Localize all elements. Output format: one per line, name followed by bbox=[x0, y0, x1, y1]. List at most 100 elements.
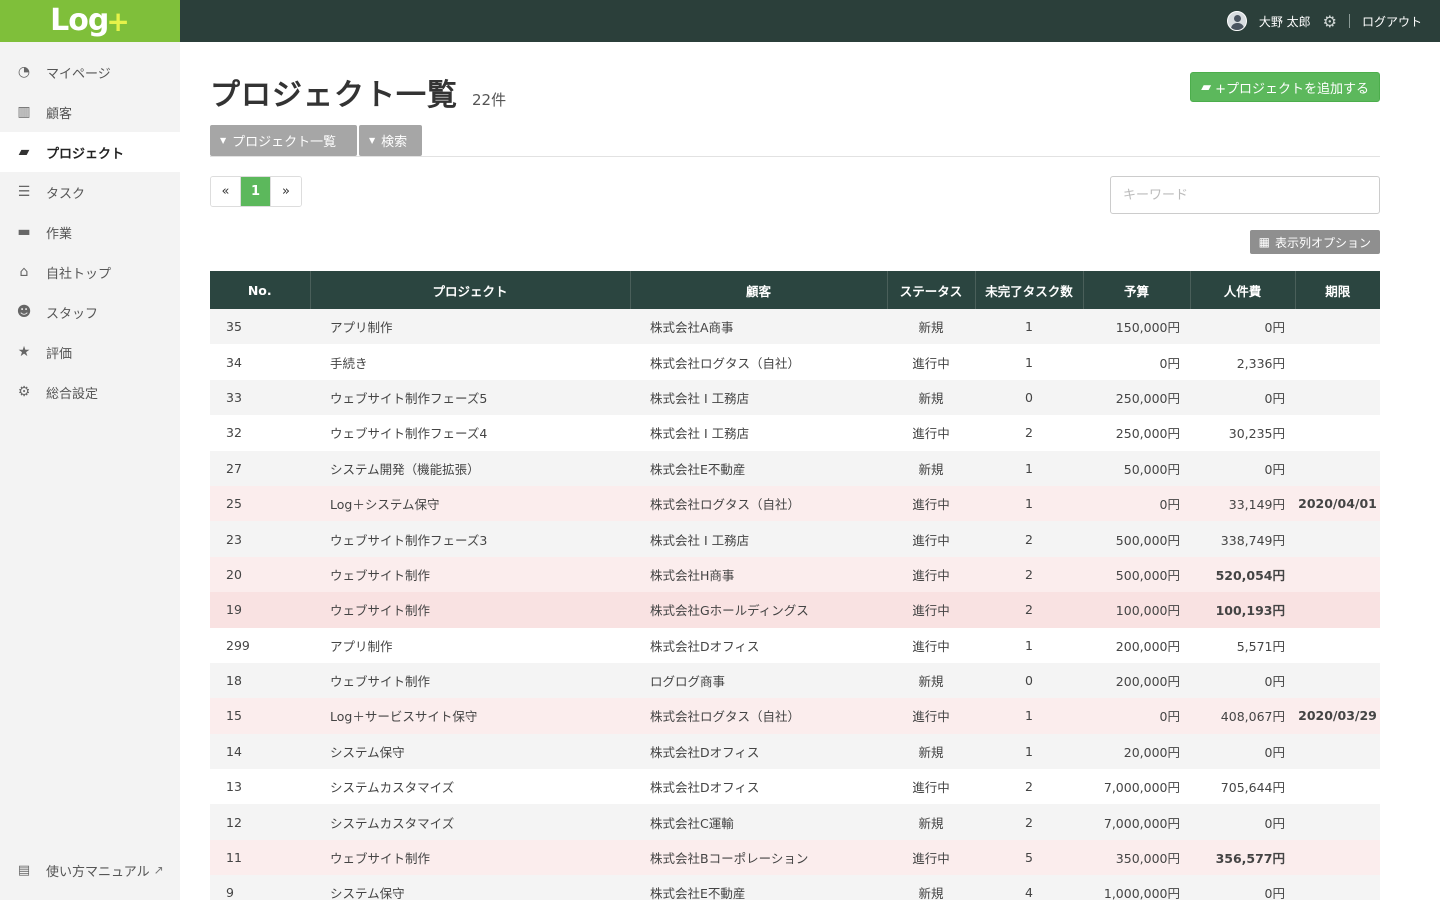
app-logo[interactable]: Log + bbox=[0, 0, 180, 42]
add-project-button[interactable]: ▰ +プロジェクトを追加する bbox=[1190, 72, 1380, 102]
table-row[interactable]: 9 システム保守 株式会社E不動産 新規 4 1,000,000円 0円 bbox=[210, 875, 1380, 900]
tab-search[interactable]: ▼ 検索 bbox=[359, 125, 422, 156]
cell-budget: 1,000,000円 bbox=[1083, 875, 1190, 900]
sidebar-item[interactable]: ☻ スタッフ bbox=[0, 292, 180, 332]
cell-project[interactable]: システムカスタマイズ bbox=[310, 804, 630, 840]
caret-down-icon: ▼ bbox=[369, 136, 376, 145]
cell-customer[interactable]: ログログ商事 bbox=[630, 662, 887, 699]
table-row[interactable]: 27 システム開発（機能拡張） 株式会社E不動産 新規 1 50,000円 0円 bbox=[210, 450, 1380, 486]
table-row[interactable]: 18 ウェブサイト制作 ログログ商事 新規 0 200,000円 0円 bbox=[210, 662, 1380, 699]
table-row[interactable]: 35 アプリ制作 株式会社A商事 新規 1 150,000円 0円 bbox=[210, 309, 1380, 345]
cell-project[interactable]: Log＋システム保守 bbox=[310, 485, 630, 522]
cell-customer[interactable]: 株式会社Bコーポレーション bbox=[630, 839, 887, 876]
table-row[interactable]: 13 システムカスタマイズ 株式会社Dオフィス 進行中 2 7,000,000円 705,6… bbox=[210, 769, 1380, 805]
cell-customer[interactable]: 株式会社ログタス（自社） bbox=[630, 344, 887, 380]
table-row[interactable]: 14 システム保守 株式会社Dオフィス 新規 1 20,000円 0円 bbox=[210, 733, 1380, 770]
cell-budget: 20,000円 bbox=[1083, 733, 1190, 770]
pager-prev[interactable]: « bbox=[211, 177, 241, 206]
cell-customer[interactable]: 株式会社Dオフィス bbox=[630, 769, 887, 805]
sidebar-item[interactable]: ▰ プロジェクト bbox=[0, 132, 180, 172]
table-row[interactable]: 11 ウェブサイト制作 株式会社Bコーポレーション 進行中 5 350,000円 356,5… bbox=[210, 839, 1380, 876]
col-header-labor-cost[interactable]: 人件費 bbox=[1190, 271, 1296, 309]
tab-bar: ▼ プロジェクト一覧 ▼ 検索 bbox=[210, 125, 1380, 157]
pager-next[interactable]: » bbox=[271, 177, 301, 206]
cell-customer[interactable]: 株式会社ログタス（自社） bbox=[630, 698, 887, 734]
cell-project[interactable]: ウェブサイト制作 bbox=[310, 592, 630, 628]
user-name[interactable]: 大野 太郎 bbox=[1259, 13, 1311, 30]
sidebar-item[interactable]: ★ 評価 bbox=[0, 332, 180, 372]
cell-budget: 200,000円 bbox=[1083, 627, 1190, 663]
cell-customer[interactable]: 株式会社C運輸 bbox=[630, 804, 887, 840]
cell-customer[interactable]: 株式会社E不動産 bbox=[630, 875, 887, 900]
sidebar-item[interactable]: ◔ マイページ bbox=[0, 52, 180, 92]
cell-project[interactable]: ウェブサイト制作 bbox=[310, 662, 630, 699]
sidebar-item-label: 作業 bbox=[46, 226, 73, 242]
tab-project-list[interactable]: ▼ プロジェクト一覧 bbox=[210, 125, 357, 156]
table-row[interactable]: 299 アプリ制作 株式会社Dオフィス 進行中 1 200,000円 5,571円 bbox=[210, 627, 1380, 663]
cell-status: 進行中 bbox=[887, 769, 975, 805]
cell-project[interactable]: システム保守 bbox=[310, 733, 630, 770]
cell-project[interactable]: システムカスタマイズ bbox=[310, 769, 630, 805]
cell-status: 新規 bbox=[887, 875, 975, 900]
cell-budget: 0円 bbox=[1083, 485, 1190, 522]
cell-customer[interactable]: 株式会社Dオフィス bbox=[630, 733, 887, 770]
logout-link[interactable]: ログアウト bbox=[1362, 13, 1422, 30]
cell-open-tasks: 1 bbox=[975, 344, 1083, 380]
table-row[interactable]: 12 システムカスタマイズ 株式会社C運輸 新規 2 7,000,000円 0円 bbox=[210, 804, 1380, 840]
cell-project[interactable]: ウェブサイト制作 bbox=[310, 556, 630, 593]
cell-project[interactable]: アプリ制作 bbox=[310, 309, 630, 345]
column-options-button[interactable]: ▦ 表示列オプション bbox=[1249, 230, 1380, 254]
table-row[interactable]: 32 ウェブサイト制作フェーズ4 株式会社 I 工務店 進行中 2 250,000円 30,… bbox=[210, 415, 1380, 451]
cell-customer[interactable]: 株式会社Gホールディングス bbox=[630, 592, 887, 628]
col-header-due[interactable]: 期限 bbox=[1295, 271, 1380, 309]
table-row[interactable]: 25 Log＋システム保守 株式会社ログタス（自社） 進行中 1 0円 33,149円 202… bbox=[210, 485, 1380, 522]
pager-current[interactable]: 1 bbox=[241, 177, 271, 206]
avatar[interactable] bbox=[1226, 11, 1247, 31]
sidebar-item[interactable]: ▥ 顧客 bbox=[0, 92, 180, 132]
col-header-open-tasks[interactable]: 未完了タスク数 bbox=[975, 271, 1084, 309]
cell-open-tasks: 1 bbox=[975, 485, 1083, 522]
cell-project[interactable]: システム保守 bbox=[310, 875, 630, 900]
cell-customer[interactable]: 株式会社Dオフィス bbox=[630, 627, 887, 663]
cell-customer[interactable]: 株式会社H商事 bbox=[630, 556, 887, 593]
col-header-no[interactable]: No. bbox=[210, 271, 311, 309]
cell-budget: 500,000円 bbox=[1083, 556, 1190, 593]
keyword-search-input[interactable] bbox=[1110, 176, 1380, 214]
sidebar-item[interactable]: ▬ 作業 bbox=[0, 212, 180, 252]
cell-project[interactable]: システム開発（機能拡張） bbox=[310, 450, 630, 486]
sidebar-item-label: 総合設定 bbox=[46, 386, 99, 402]
cell-project[interactable]: アプリ制作 bbox=[310, 627, 630, 663]
table-row[interactable]: 15 Log＋サービスサイト保守 株式会社ログタス（自社） 進行中 1 0円 408,067… bbox=[210, 698, 1380, 734]
cell-project[interactable]: ウェブサイト制作 bbox=[310, 839, 630, 876]
col-header-status[interactable]: ステータス bbox=[887, 271, 976, 309]
cell-customer[interactable]: 株式会社A商事 bbox=[630, 309, 887, 345]
col-header-budget[interactable]: 予算 bbox=[1083, 271, 1191, 309]
external-link-icon: ↗ bbox=[153, 863, 164, 877]
col-header-customer[interactable]: 顧客 bbox=[630, 271, 888, 309]
cell-project[interactable]: ウェブサイト制作フェーズ4 bbox=[310, 415, 630, 451]
sidebar-item[interactable]: ⚙ 総合設定 bbox=[0, 372, 180, 412]
cell-customer[interactable]: 株式会社 I 工務店 bbox=[630, 379, 887, 416]
cell-due bbox=[1295, 415, 1380, 451]
table-row[interactable]: 34 手続き 株式会社ログタス（自社） 進行中 1 0円 2,336円 bbox=[210, 344, 1380, 380]
sidebar-item[interactable]: ☰ タスク bbox=[0, 172, 180, 212]
cell-project[interactable]: Log＋サービスサイト保守 bbox=[310, 698, 630, 734]
col-header-project[interactable]: プロジェクト bbox=[310, 271, 631, 309]
table-icon: ▦ bbox=[1258, 235, 1270, 249]
cell-project[interactable]: ウェブサイト制作フェーズ3 bbox=[310, 521, 630, 557]
cell-project[interactable]: ウェブサイト制作フェーズ5 bbox=[310, 379, 630, 416]
cell-labor-cost: 0円 bbox=[1190, 309, 1295, 345]
sidebar-item[interactable]: ⌂ 自社トップ bbox=[0, 252, 180, 292]
table-row[interactable]: 20 ウェブサイト制作 株式会社H商事 進行中 2 500,000円 520,054円 bbox=[210, 556, 1380, 593]
table-row[interactable]: 33 ウェブサイト制作フェーズ5 株式会社 I 工務店 新規 0 250,000円 0円 bbox=[210, 379, 1380, 416]
cell-customer[interactable]: 株式会社ログタス（自社） bbox=[630, 485, 887, 522]
table-row[interactable]: 23 ウェブサイト制作フェーズ3 株式会社 I 工務店 進行中 2 500,000円 338… bbox=[210, 521, 1380, 557]
manual-link[interactable]: ▤ 使い方マニュアル ↗ bbox=[0, 858, 164, 882]
cell-project[interactable]: 手続き bbox=[310, 344, 630, 380]
cell-customer[interactable]: 株式会社 I 工務店 bbox=[630, 521, 887, 557]
table-row[interactable]: 19 ウェブサイト制作 株式会社Gホールディングス 進行中 2 100,000円 100,1… bbox=[210, 592, 1380, 628]
cell-customer[interactable]: 株式会社 I 工務店 bbox=[630, 415, 887, 451]
gear-icon[interactable]: ⚙ bbox=[1323, 12, 1337, 31]
cell-customer[interactable]: 株式会社E不動産 bbox=[630, 450, 887, 486]
users-icon: ☻ bbox=[16, 304, 32, 320]
